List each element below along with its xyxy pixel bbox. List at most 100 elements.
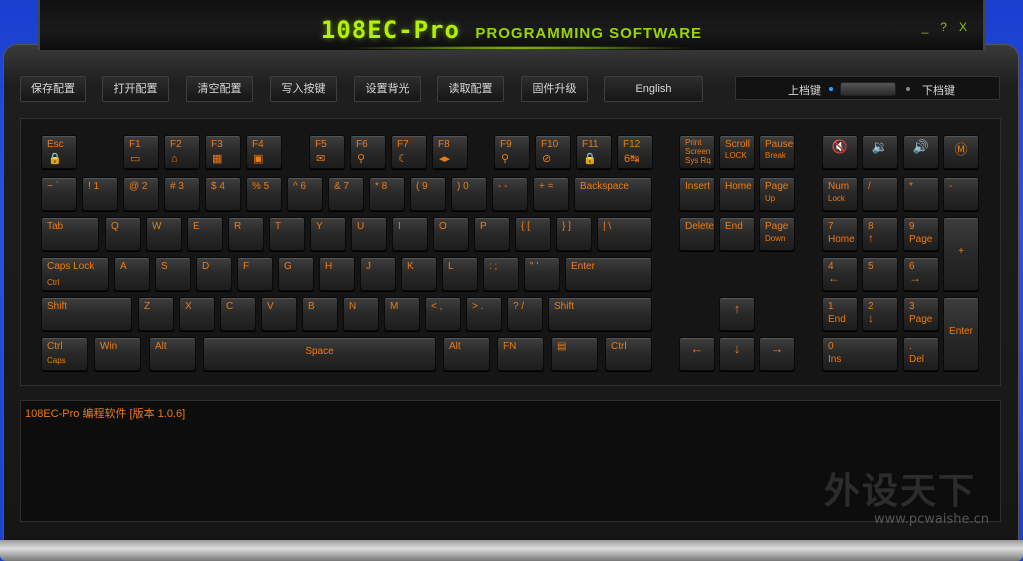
key-insert[interactable]: Insert [679, 177, 715, 211]
write-keys-button[interactable]: 写入按键 [270, 76, 337, 102]
key-numpad-2[interactable]: 2 ↓ [862, 297, 898, 331]
set-backlight-button[interactable]: 设置背光 [354, 76, 421, 102]
key-x[interactable]: X [179, 297, 215, 331]
key-k[interactable]: K [401, 257, 437, 291]
key-caps-lock[interactable]: Caps Lock Ctrl [41, 257, 109, 291]
key-media[interactable]: Ⓜ [943, 135, 979, 169]
key-numpad-3[interactable]: 3 Page [903, 297, 939, 331]
key-5[interactable]: % 5 [246, 177, 282, 211]
key-left-alt[interactable]: Alt [149, 337, 196, 371]
key-h[interactable]: H [319, 257, 355, 291]
key-tab[interactable]: Tab [41, 217, 99, 251]
key-backspace[interactable]: Backspace [574, 177, 652, 211]
layer-toggle[interactable] [840, 82, 896, 96]
key-scroll-lock[interactable]: Scroll LOCK [719, 135, 755, 169]
key-0[interactable]: ) 0 [451, 177, 487, 211]
key-equal[interactable]: + = [533, 177, 569, 211]
key-g[interactable]: G [278, 257, 314, 291]
clear-config-button[interactable]: 清空配置 [186, 76, 253, 102]
key-numpad-multiply[interactable]: * [903, 177, 939, 211]
key-z[interactable]: Z [138, 297, 174, 331]
key-w[interactable]: W [146, 217, 182, 251]
minimize-button[interactable]: _ [922, 20, 929, 34]
key-page-up[interactable]: Page Up [759, 177, 795, 211]
key-page-down[interactable]: Page Down [759, 217, 795, 251]
key-s[interactable]: S [155, 257, 191, 291]
key-f10[interactable]: F10 ⊘ [535, 135, 571, 169]
key-r[interactable]: R [228, 217, 264, 251]
key-numpad-5[interactable]: 5 [862, 257, 898, 291]
key-backslash[interactable]: | \ [597, 217, 652, 251]
key-arrow-left[interactable]: ← [679, 337, 715, 371]
key-u[interactable]: U [351, 217, 387, 251]
key-esc[interactable]: Esc 🔒 [41, 135, 77, 169]
key-numpad-7[interactable]: 7 Home [822, 217, 858, 251]
key-8[interactable]: * 8 [369, 177, 405, 211]
key-right-bracket[interactable]: } ] [556, 217, 592, 251]
key-mute[interactable]: 🔇 [822, 135, 858, 169]
key-end[interactable]: End [719, 217, 755, 251]
key-p[interactable]: P [474, 217, 510, 251]
key-f9[interactable]: F9 ⚲ [494, 135, 530, 169]
key-minus[interactable]: - - [492, 177, 528, 211]
key-right-ctrl[interactable]: Ctrl [605, 337, 652, 371]
key-f4[interactable]: F4 ▣ [246, 135, 282, 169]
key-num-lock[interactable]: Num Lock [822, 177, 858, 211]
key-right-shift[interactable]: Shift [548, 297, 652, 331]
key-fn[interactable]: FN [497, 337, 544, 371]
key-numpad-enter[interactable]: Enter [943, 297, 979, 371]
key-left-bracket[interactable]: { [ [515, 217, 551, 251]
key-win[interactable]: Win [94, 337, 141, 371]
key-numpad-0[interactable]: 0 Ins [822, 337, 898, 371]
key-2[interactable]: @ 2 [123, 177, 159, 211]
key-space[interactable]: Space [203, 337, 436, 371]
open-config-button[interactable]: 打开配置 [102, 76, 169, 102]
key-semicolon[interactable]: : ; [483, 257, 519, 291]
key-slash[interactable]: ? / [507, 297, 543, 331]
key-j[interactable]: J [360, 257, 396, 291]
key-f2[interactable]: F2 ⌂ [164, 135, 200, 169]
key-4[interactable]: $ 4 [205, 177, 241, 211]
key-f11[interactable]: F11 🔒 [576, 135, 612, 169]
key-volume-up[interactable]: 🔊 [903, 135, 939, 169]
key-e[interactable]: E [187, 217, 223, 251]
key-tilde[interactable]: ~ ` [41, 177, 77, 211]
language-button[interactable]: English [604, 76, 703, 102]
key-f5[interactable]: F5 ✉ [309, 135, 345, 169]
key-1[interactable]: ! 1 [82, 177, 118, 211]
key-delete[interactable]: Delete [679, 217, 715, 251]
key-numpad-4[interactable]: 4 ← [822, 257, 858, 291]
key-numpad-divide[interactable]: / [862, 177, 898, 211]
key-6[interactable]: ^ 6 [287, 177, 323, 211]
key-arrow-right[interactable]: → [759, 337, 795, 371]
key-f1[interactable]: F1 ▭ [123, 135, 159, 169]
key-d[interactable]: D [196, 257, 232, 291]
key-comma[interactable]: < , [425, 297, 461, 331]
key-print-screen[interactable]: Print Screen Sys Rq [679, 135, 715, 169]
key-f6[interactable]: F6 ⚲ [350, 135, 386, 169]
key-numpad-add[interactable]: + [943, 217, 979, 291]
key-t[interactable]: T [269, 217, 305, 251]
key-left-shift[interactable]: Shift [41, 297, 132, 331]
key-numpad-6[interactable]: 6 → [903, 257, 939, 291]
key-9[interactable]: ( 9 [410, 177, 446, 211]
key-q[interactable]: Q [105, 217, 141, 251]
key-quote[interactable]: " ' [524, 257, 560, 291]
key-enter[interactable]: Enter [565, 257, 652, 291]
key-right-alt[interactable]: Alt [443, 337, 490, 371]
close-button[interactable]: X [959, 20, 967, 34]
read-config-button[interactable]: 读取配置 [437, 76, 504, 102]
key-pause[interactable]: Pause Break [759, 135, 795, 169]
key-f7[interactable]: F7 ☾ [391, 135, 427, 169]
key-i[interactable]: I [392, 217, 428, 251]
key-b[interactable]: B [302, 297, 338, 331]
key-o[interactable]: O [433, 217, 469, 251]
save-config-button[interactable]: 保存配置 [20, 76, 86, 102]
help-button[interactable]: ? [940, 20, 947, 34]
key-numpad-decimal[interactable]: . Del [903, 337, 939, 371]
key-y[interactable]: Y [310, 217, 346, 251]
key-m[interactable]: M [384, 297, 420, 331]
key-a[interactable]: A [114, 257, 150, 291]
key-menu[interactable]: ▤ [551, 337, 598, 371]
key-numpad-1[interactable]: 1 End [822, 297, 858, 331]
